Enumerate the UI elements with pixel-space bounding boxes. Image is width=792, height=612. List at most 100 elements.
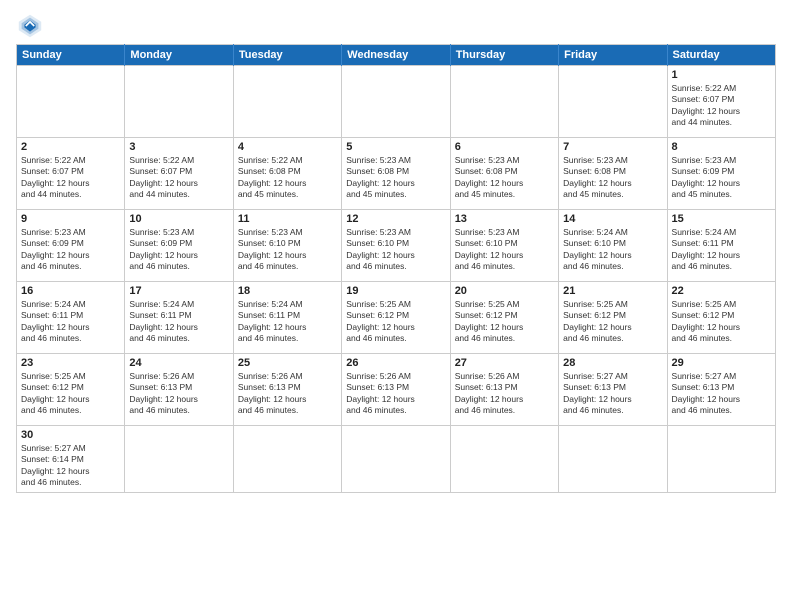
day-info: Sunrise: 5:23 AM Sunset: 6:08 PM Dayligh… [346, 155, 445, 201]
day-info: Sunrise: 5:24 AM Sunset: 6:11 PM Dayligh… [672, 227, 771, 273]
calendar-cell: 5 Sunrise: 5:23 AM Sunset: 6:08 PM Daylig… [342, 138, 450, 210]
day-number: 6 [455, 141, 554, 153]
day-number: 22 [672, 285, 771, 297]
calendar-week-row: 16 Sunrise: 5:24 AM Sunset: 6:11 PM Dayli… [17, 282, 776, 354]
day-number: 18 [238, 285, 337, 297]
day-number: 28 [563, 357, 662, 369]
calendar-cell: 19 Sunrise: 5:25 AM Sunset: 6:12 PM Dayli… [342, 282, 450, 354]
calendar-cell: 17 Sunrise: 5:24 AM Sunset: 6:11 PM Dayli… [125, 282, 233, 354]
calendar-week-row: 9 Sunrise: 5:23 AM Sunset: 6:09 PM Daylig… [17, 210, 776, 282]
calendar-day-header: Thursday [450, 45, 558, 66]
calendar-day-header: Monday [125, 45, 233, 66]
calendar-cell: 6Sunrise: 5:23 AM Sunset: 6:08 PM Daylig… [450, 138, 558, 210]
day-number: 20 [455, 285, 554, 297]
day-number: 23 [21, 357, 120, 369]
day-number: 21 [563, 285, 662, 297]
day-number: 7 [563, 141, 662, 153]
day-info: Sunrise: 5:26 AM Sunset: 6:13 PM Dayligh… [238, 371, 337, 417]
day-info: Sunrise: 5:27 AM Sunset: 6:13 PM Dayligh… [672, 371, 771, 417]
calendar-cell: 29 Sunrise: 5:27 AM Sunset: 6:13 PM Dayli… [667, 354, 775, 426]
calendar-cell [342, 66, 450, 138]
day-number: 30 [21, 429, 120, 441]
calendar-cell: 10 Sunrise: 5:23 AM Sunset: 6:09 PM Dayli… [125, 210, 233, 282]
calendar-cell [342, 426, 450, 493]
calendar-cell: 21 Sunrise: 5:25 AM Sunset: 6:12 PM Dayli… [559, 282, 667, 354]
day-number: 8 [672, 141, 771, 153]
logo [16, 12, 48, 40]
calendar-cell: 3 Sunrise: 5:22 AM Sunset: 6:07 PM Daylig… [125, 138, 233, 210]
day-number: 9 [21, 213, 120, 225]
calendar-cell [125, 66, 233, 138]
day-number: 5 [346, 141, 445, 153]
calendar-week-row: 23 Sunrise: 5:25 AM Sunset: 6:12 PM Dayli… [17, 354, 776, 426]
calendar-cell: 30Sunrise: 5:27 AM Sunset: 6:14 PM Dayli… [17, 426, 125, 493]
day-info: Sunrise: 5:26 AM Sunset: 6:13 PM Dayligh… [129, 371, 228, 417]
calendar-cell: 25Sunrise: 5:26 AM Sunset: 6:13 PM Dayli… [233, 354, 341, 426]
day-info: Sunrise: 5:23 AM Sunset: 6:09 PM Dayligh… [129, 227, 228, 273]
calendar-cell: 1Sunrise: 5:22 AM Sunset: 6:07 PM Daylig… [667, 66, 775, 138]
calendar-cell [17, 66, 125, 138]
day-info: Sunrise: 5:23 AM Sunset: 6:09 PM Dayligh… [672, 155, 771, 201]
calendar-cell: 18 Sunrise: 5:24 AM Sunset: 6:11 PM Dayli… [233, 282, 341, 354]
day-number: 24 [129, 357, 228, 369]
day-number: 29 [672, 357, 771, 369]
day-info: Sunrise: 5:22 AM Sunset: 6:07 PM Dayligh… [21, 155, 120, 201]
day-number: 4 [238, 141, 337, 153]
calendar-cell: 9Sunrise: 5:23 AM Sunset: 6:09 PM Daylig… [17, 210, 125, 282]
day-info: Sunrise: 5:26 AM Sunset: 6:13 PM Dayligh… [455, 371, 554, 417]
day-info: Sunrise: 5:27 AM Sunset: 6:13 PM Dayligh… [563, 371, 662, 417]
day-info: Sunrise: 5:23 AM Sunset: 6:10 PM Dayligh… [238, 227, 337, 273]
day-number: 3 [129, 141, 228, 153]
day-number: 2 [21, 141, 120, 153]
day-number: 19 [346, 285, 445, 297]
calendar-day-header: Sunday [17, 45, 125, 66]
calendar-cell [233, 426, 341, 493]
calendar-cell: 7 Sunrise: 5:23 AM Sunset: 6:08 PM Daylig… [559, 138, 667, 210]
day-number: 26 [346, 357, 445, 369]
calendar-cell: 28 Sunrise: 5:27 AM Sunset: 6:13 PM Dayli… [559, 354, 667, 426]
calendar-cell: 11 Sunrise: 5:23 AM Sunset: 6:10 PM Dayli… [233, 210, 341, 282]
calendar-cell: 27 Sunrise: 5:26 AM Sunset: 6:13 PM Dayli… [450, 354, 558, 426]
calendar-cell: 26Sunrise: 5:26 AM Sunset: 6:13 PM Dayli… [342, 354, 450, 426]
calendar-header-row: SundayMondayTuesdayWednesdayThursdayFrid… [17, 45, 776, 66]
day-info: Sunrise: 5:23 AM Sunset: 6:08 PM Dayligh… [563, 155, 662, 201]
day-info: Sunrise: 5:25 AM Sunset: 6:12 PM Dayligh… [563, 299, 662, 345]
calendar-day-header: Wednesday [342, 45, 450, 66]
day-info: Sunrise: 5:22 AM Sunset: 6:07 PM Dayligh… [672, 83, 771, 129]
calendar-cell: 13 Sunrise: 5:23 AM Sunset: 6:10 PM Dayli… [450, 210, 558, 282]
calendar-week-row: 1Sunrise: 5:22 AM Sunset: 6:07 PM Daylig… [17, 66, 776, 138]
calendar-week-row: 2 Sunrise: 5:22 AM Sunset: 6:07 PM Daylig… [17, 138, 776, 210]
day-number: 11 [238, 213, 337, 225]
day-number: 16 [21, 285, 120, 297]
calendar-cell: 12Sunrise: 5:23 AM Sunset: 6:10 PM Dayli… [342, 210, 450, 282]
day-info: Sunrise: 5:24 AM Sunset: 6:11 PM Dayligh… [238, 299, 337, 345]
day-info: Sunrise: 5:22 AM Sunset: 6:08 PM Dayligh… [238, 155, 337, 201]
calendar-cell [233, 66, 341, 138]
day-number: 27 [455, 357, 554, 369]
calendar-cell: 15 Sunrise: 5:24 AM Sunset: 6:11 PM Dayli… [667, 210, 775, 282]
calendar-cell: 8 Sunrise: 5:23 AM Sunset: 6:09 PM Daylig… [667, 138, 775, 210]
day-number: 15 [672, 213, 771, 225]
calendar-day-header: Saturday [667, 45, 775, 66]
logo-icon [16, 12, 44, 40]
day-info: Sunrise: 5:24 AM Sunset: 6:11 PM Dayligh… [21, 299, 120, 345]
calendar: SundayMondayTuesdayWednesdayThursdayFrid… [16, 44, 776, 493]
day-number: 12 [346, 213, 445, 225]
day-info: Sunrise: 5:25 AM Sunset: 6:12 PM Dayligh… [21, 371, 120, 417]
header [16, 12, 776, 40]
calendar-week-row: 30Sunrise: 5:27 AM Sunset: 6:14 PM Dayli… [17, 426, 776, 493]
calendar-day-header: Friday [559, 45, 667, 66]
calendar-cell: 16 Sunrise: 5:24 AM Sunset: 6:11 PM Dayli… [17, 282, 125, 354]
calendar-cell [125, 426, 233, 493]
day-info: Sunrise: 5:23 AM Sunset: 6:10 PM Dayligh… [455, 227, 554, 273]
day-info: Sunrise: 5:25 AM Sunset: 6:12 PM Dayligh… [672, 299, 771, 345]
day-number: 13 [455, 213, 554, 225]
day-info: Sunrise: 5:24 AM Sunset: 6:11 PM Dayligh… [129, 299, 228, 345]
calendar-cell: 14Sunrise: 5:24 AM Sunset: 6:10 PM Dayli… [559, 210, 667, 282]
calendar-cell: 2 Sunrise: 5:22 AM Sunset: 6:07 PM Daylig… [17, 138, 125, 210]
day-info: Sunrise: 5:25 AM Sunset: 6:12 PM Dayligh… [346, 299, 445, 345]
calendar-cell [450, 66, 558, 138]
day-number: 17 [129, 285, 228, 297]
day-number: 10 [129, 213, 228, 225]
day-info: Sunrise: 5:22 AM Sunset: 6:07 PM Dayligh… [129, 155, 228, 201]
